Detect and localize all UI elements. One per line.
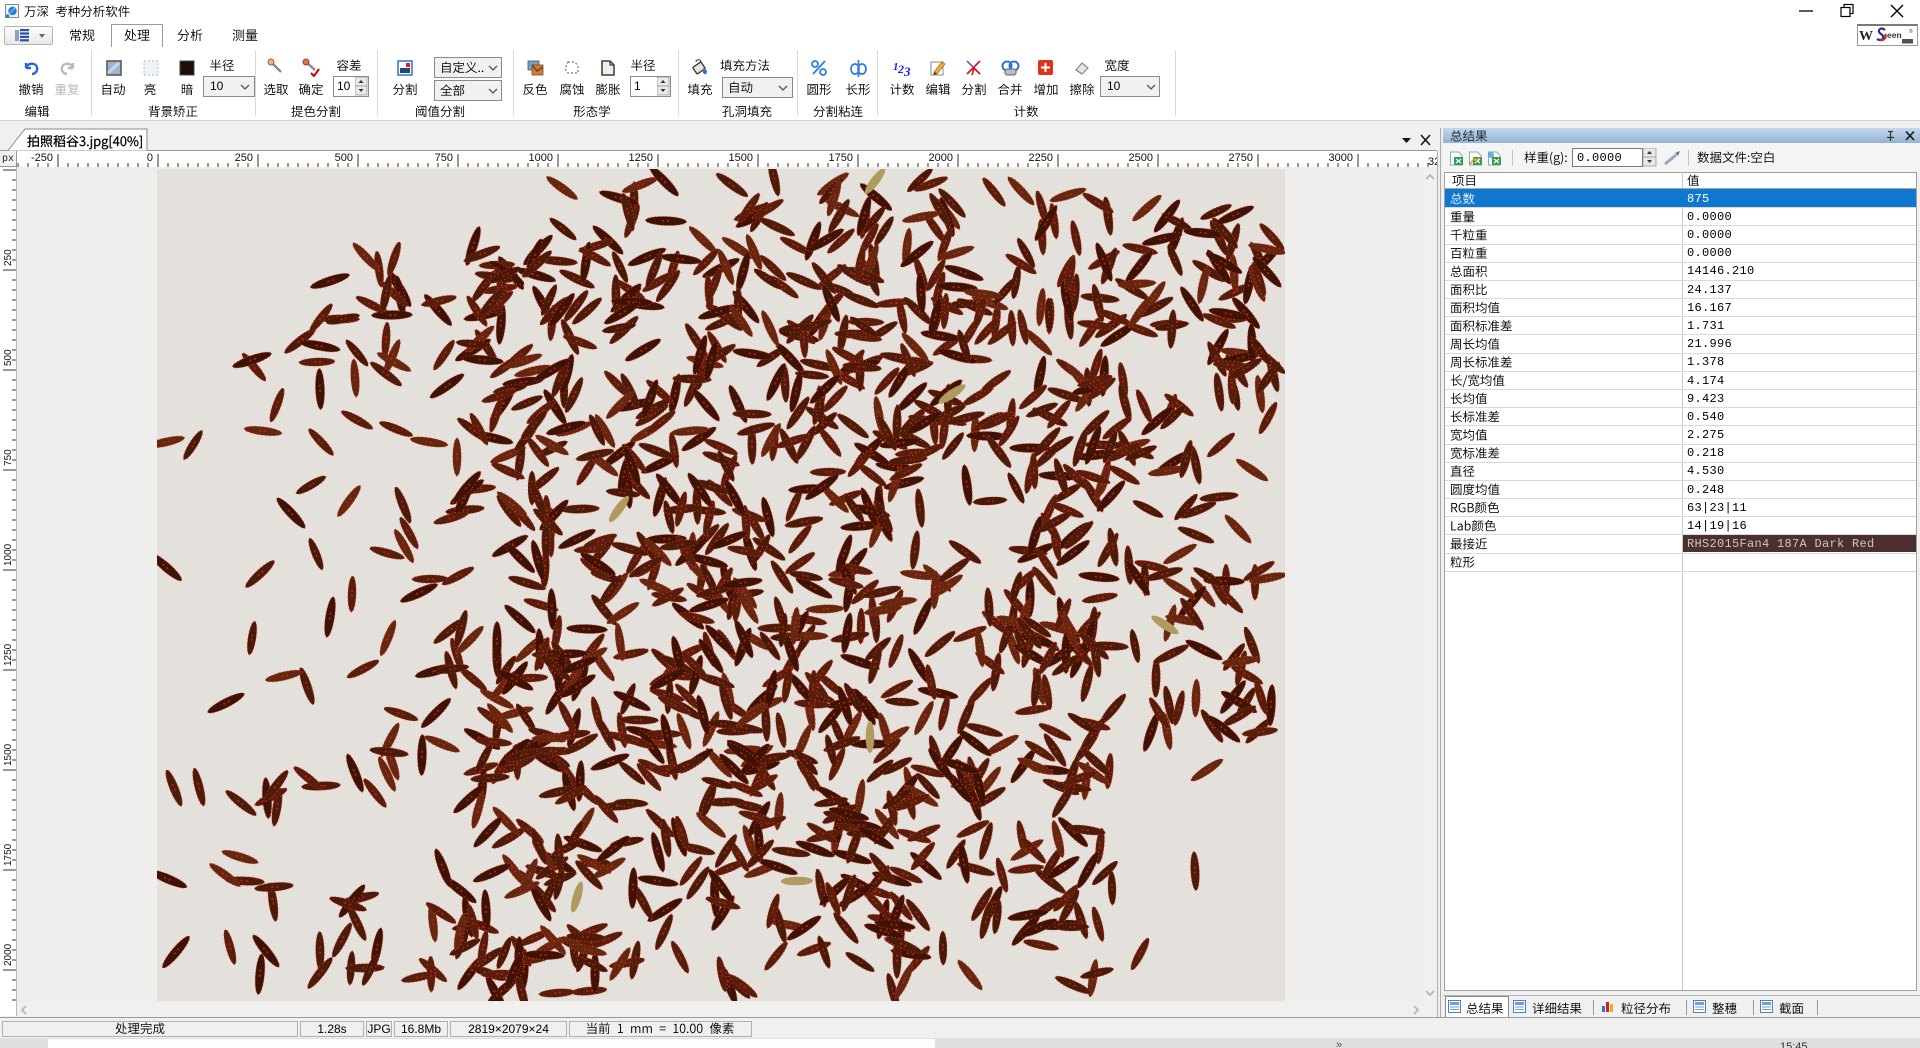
svg-text:3: 3 (903, 64, 911, 77)
svg-text:®: ® (1909, 28, 1913, 35)
svg-text:2: 2 (897, 62, 904, 76)
svg-text:W: W (1859, 29, 1873, 44)
svg-text:een: een (1887, 30, 1902, 40)
